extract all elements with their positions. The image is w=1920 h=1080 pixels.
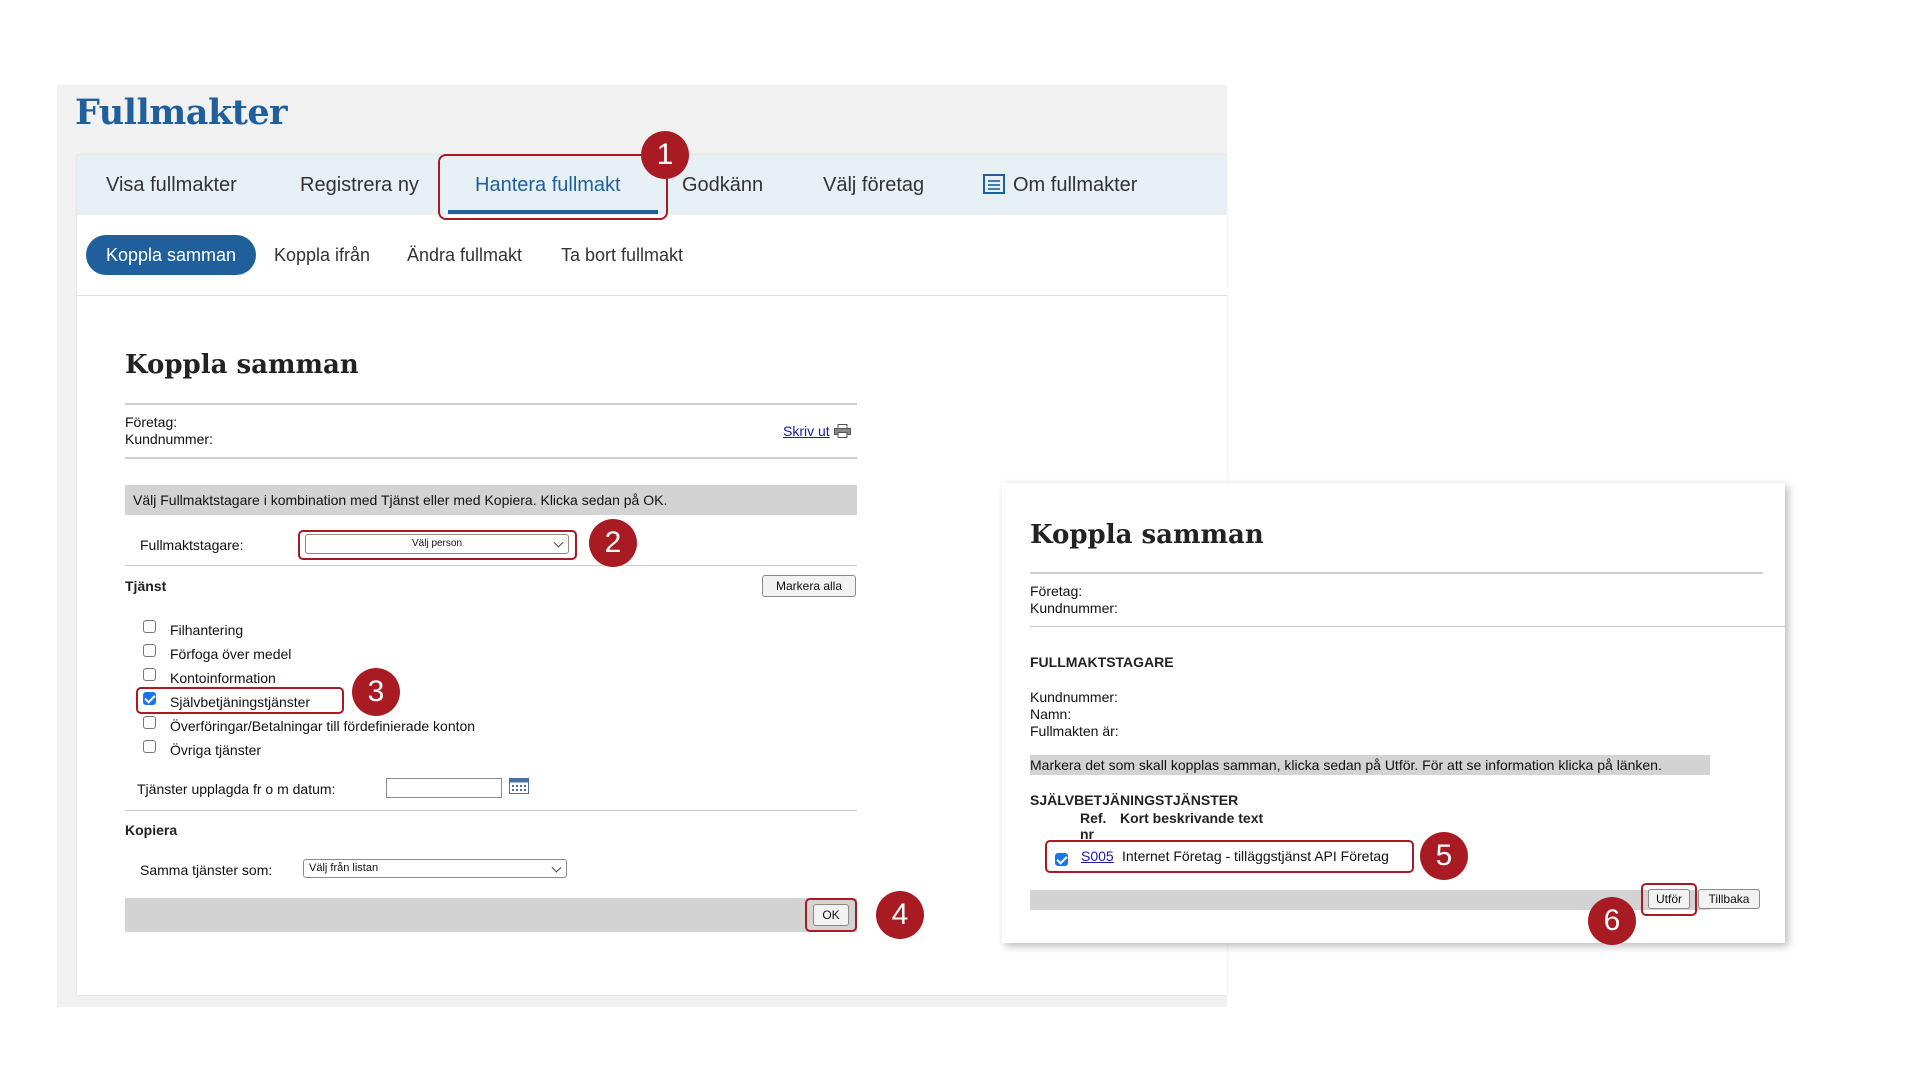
action-bar (125, 898, 857, 932)
callout-box-4 (805, 898, 857, 932)
callout-box-3 (136, 687, 344, 714)
confirm-namn-label: Namn: (1030, 706, 1072, 722)
subtab-koppla-samman[interactable]: Koppla samman (86, 235, 257, 275)
callout-badge-4: 4 (876, 891, 924, 939)
col-desc-header: Kort beskrivande text (1120, 810, 1264, 826)
fullmaktstagare-section-title: FULLMAKTSTAGARE (1030, 654, 1174, 670)
tab-om-fullmakter-label: Om fullmakter (1013, 174, 1138, 196)
form-heading: Koppla samman (125, 350, 359, 380)
date-label: Tjänster upplagda fr o m datum: (137, 781, 336, 797)
tab-godkann[interactable]: Godkänn (682, 155, 763, 215)
tab-visa-fullmakter[interactable]: Visa fullmakter (106, 155, 237, 215)
confirm-kundnummer-label: Kundnummer: (1030, 600, 1118, 616)
kopiera-heading: Kopiera (125, 822, 178, 838)
callout-box-2 (298, 530, 577, 560)
divider (125, 457, 857, 459)
date-input[interactable] (386, 778, 502, 798)
service-label: Förfoga över medel (170, 646, 292, 662)
list-document-icon (983, 174, 1005, 194)
callout-box-6 (1641, 883, 1697, 916)
tab-valj-foretag[interactable]: Välj företag (823, 155, 924, 215)
confirm-instruction-bar: Markera det som skall kopplas samman, kl… (1030, 755, 1710, 775)
confirm-panel (1002, 483, 1785, 943)
subtab-ta-bort-fullmakt[interactable]: Ta bort fullmakt (561, 235, 683, 275)
instruction-text: Välj Fullmaktstagare i kombination med T… (133, 492, 668, 508)
service-checkbox-kontoinformation[interactable] (143, 668, 156, 681)
calendar-icon[interactable] (509, 778, 529, 794)
subtab-andra-fullmakt[interactable]: Ändra fullmakt (407, 235, 522, 275)
callout-box-5 (1045, 840, 1414, 873)
confirm-kundnummer2-label: Kundnummer: (1030, 689, 1118, 705)
divider (125, 403, 857, 405)
tab-registrera-ny[interactable]: Registrera ny (300, 155, 419, 215)
callout-badge-5: 5 (1420, 832, 1468, 880)
callout-box-1 (438, 154, 668, 220)
callout-badge-6: 6 (1588, 897, 1636, 945)
service-checkbox-forfoga[interactable] (143, 644, 156, 657)
divider (125, 565, 857, 566)
service-section-title: SJÄLVBETJÄNINGSTJÄNSTER (1030, 792, 1239, 808)
markera-alla-button[interactable]: Markera alla (762, 575, 856, 597)
sub-nav: Koppla samman Koppla ifrån Ändra fullmak… (77, 215, 1227, 296)
confirm-foretag-label: Företag: (1030, 583, 1083, 599)
confirm-instruction-text: Markera det som skall kopplas samman, kl… (1030, 757, 1662, 773)
divider (125, 810, 857, 811)
instruction-bar: Välj Fullmaktstagare i kombination med T… (125, 485, 857, 515)
tillbaka-button[interactable]: Tillbaka (1698, 889, 1760, 909)
service-label: Överföringar/Betalningar till fördefinie… (170, 718, 476, 734)
foretag-label: Företag: (125, 414, 178, 430)
divider (1030, 626, 1785, 627)
service-checkbox-overforingar[interactable] (143, 716, 156, 729)
service-label: Kontoinformation (170, 670, 276, 686)
fullmaktstagare-label: Fullmaktstagare: (140, 537, 244, 553)
callout-badge-3: 3 (352, 668, 400, 716)
callout-badge-2: 2 (589, 519, 637, 567)
print-link[interactable]: Skriv ut (783, 423, 851, 439)
divider (1030, 572, 1763, 574)
samma-value: Välj från listan (309, 862, 379, 874)
printer-icon (833, 424, 851, 438)
app-title: Fullmakter (75, 92, 288, 133)
service-checkbox-ovriga[interactable] (143, 740, 156, 753)
print-link-text[interactable]: Skriv ut (783, 423, 830, 439)
kundnummer-label: Kundnummer: (125, 431, 213, 447)
callout-badge-1: 1 (641, 131, 689, 179)
confirm-heading: Koppla samman (1030, 520, 1264, 550)
subtab-koppla-ifran[interactable]: Koppla ifrån (274, 235, 370, 275)
tab-om-fullmakter[interactable]: Om fullmakter (983, 155, 1137, 215)
service-label: Filhantering (170, 622, 244, 638)
col-ref-header: Ref. nr (1080, 810, 1107, 842)
chevron-down-icon (551, 862, 562, 873)
service-checkbox-filhantering[interactable] (143, 620, 156, 633)
tjanst-heading: Tjänst (125, 578, 167, 594)
service-label: Övriga tjänster (170, 742, 262, 758)
samma-select[interactable]: Välj från listan (303, 859, 567, 878)
confirm-fullmakten-label: Fullmakten är: (1030, 723, 1119, 739)
samma-label: Samma tjänster som: (140, 862, 273, 878)
